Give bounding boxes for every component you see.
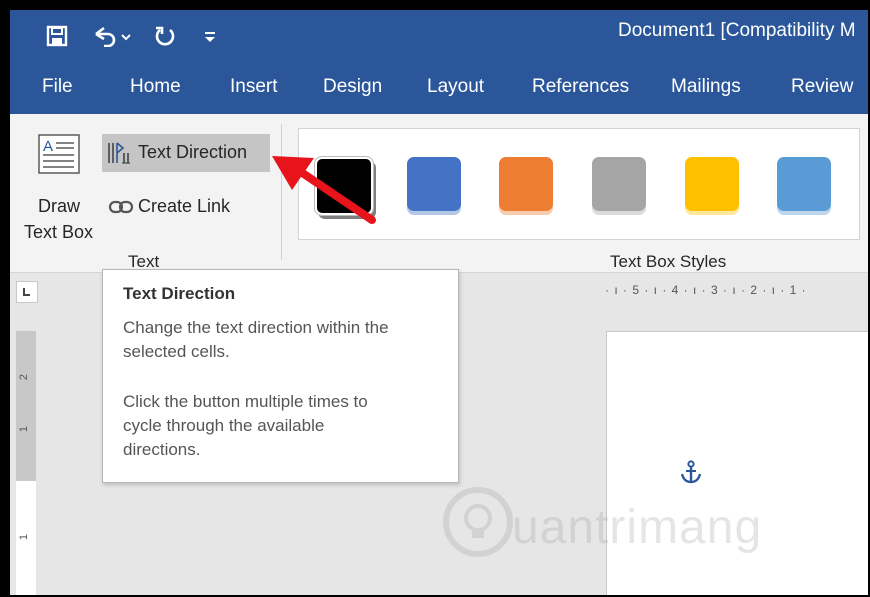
tooltip-body-line: cycle through the available xyxy=(123,416,325,435)
draw-label: Draw xyxy=(38,196,81,216)
undo-icon xyxy=(95,26,131,47)
ribbon: A Draw Text Box Text Direction Create Li… xyxy=(10,114,868,273)
style-swatch-light-blue[interactable] xyxy=(777,157,831,211)
watermark: uantrimang xyxy=(442,478,822,578)
lightbulb-logo-icon xyxy=(443,487,513,557)
vertical-ruler[interactable]: 2 1 1 xyxy=(16,331,36,595)
save-button[interactable] xyxy=(42,22,72,50)
style-swatch-gray[interactable] xyxy=(592,157,646,211)
tab-layout[interactable]: Layout xyxy=(427,76,484,98)
tab-mailings[interactable]: Mailings xyxy=(671,76,741,98)
svg-text:A: A xyxy=(43,138,53,155)
repeat-button[interactable] xyxy=(150,22,180,50)
draw-text-box-button[interactable]: A Draw Text Box xyxy=(20,128,100,246)
tooltip-title: Text Direction xyxy=(123,284,236,303)
repeat-icon xyxy=(155,26,175,46)
annotation-arrow-icon xyxy=(272,156,376,224)
floppy-disk-icon xyxy=(46,25,68,47)
link-icon xyxy=(108,200,134,214)
watermark-text: uantrimang xyxy=(512,501,763,554)
qat-customize-button[interactable] xyxy=(198,22,222,50)
tab-stop-left-icon xyxy=(23,288,30,296)
tooltip-body-line: Click the button multiple times to xyxy=(123,392,368,411)
tab-insert[interactable]: Insert xyxy=(230,76,278,98)
vruler-mark-1b: 1 xyxy=(18,533,31,541)
tab-references[interactable]: References xyxy=(532,76,629,98)
text-box-icon: A xyxy=(38,134,80,174)
text-box-label: Text Box xyxy=(24,222,94,242)
text-box-styles-gallery xyxy=(298,128,860,240)
vruler-mark-2: 2 xyxy=(18,373,31,381)
text-direction-icon xyxy=(108,142,130,164)
style-swatch-orange[interactable] xyxy=(499,157,553,211)
text-direction-tooltip: Text Direction Change the text direction… xyxy=(102,269,459,483)
horizontal-ruler[interactable]: · ı · 5 · ı · 4 · ı · 3 · ı · 2 · ı · 1 … xyxy=(605,283,868,303)
undo-button[interactable] xyxy=(90,22,134,50)
qat-customize-icon xyxy=(205,32,215,42)
create-link-label: Create Link xyxy=(138,196,231,216)
tab-file[interactable]: File xyxy=(42,76,73,98)
tab-home[interactable]: Home xyxy=(130,76,181,98)
window-title: Document1 [Compatibility M xyxy=(618,20,856,41)
ruler-margin-shade xyxy=(16,331,36,481)
text-box-styles-label: Text Box Styles xyxy=(610,252,727,271)
text-direction-label: Text Direction xyxy=(138,142,248,162)
tooltip-body-line: Change the text direction within the xyxy=(123,318,389,337)
ribbon-tab-bar: File Home Insert Design Layout Reference… xyxy=(10,64,868,114)
tab-selector-button[interactable] xyxy=(16,281,38,303)
style-swatch-gold[interactable] xyxy=(685,157,739,211)
word-window: Document1 [Compatibility M File Home Ins… xyxy=(10,10,868,595)
tab-design[interactable]: Design xyxy=(323,76,382,98)
vruler-mark-1: 1 xyxy=(18,425,31,433)
tooltip-body-line: selected cells. xyxy=(123,342,230,361)
tab-review[interactable]: Review xyxy=(791,76,853,98)
style-swatch-blue[interactable] xyxy=(407,157,461,211)
create-link-button[interactable]: Create Link xyxy=(102,190,262,224)
title-bar: Document1 [Compatibility M xyxy=(10,10,868,64)
tooltip-body-line: directions. xyxy=(123,440,201,459)
text-direction-button[interactable]: Text Direction xyxy=(102,134,270,172)
